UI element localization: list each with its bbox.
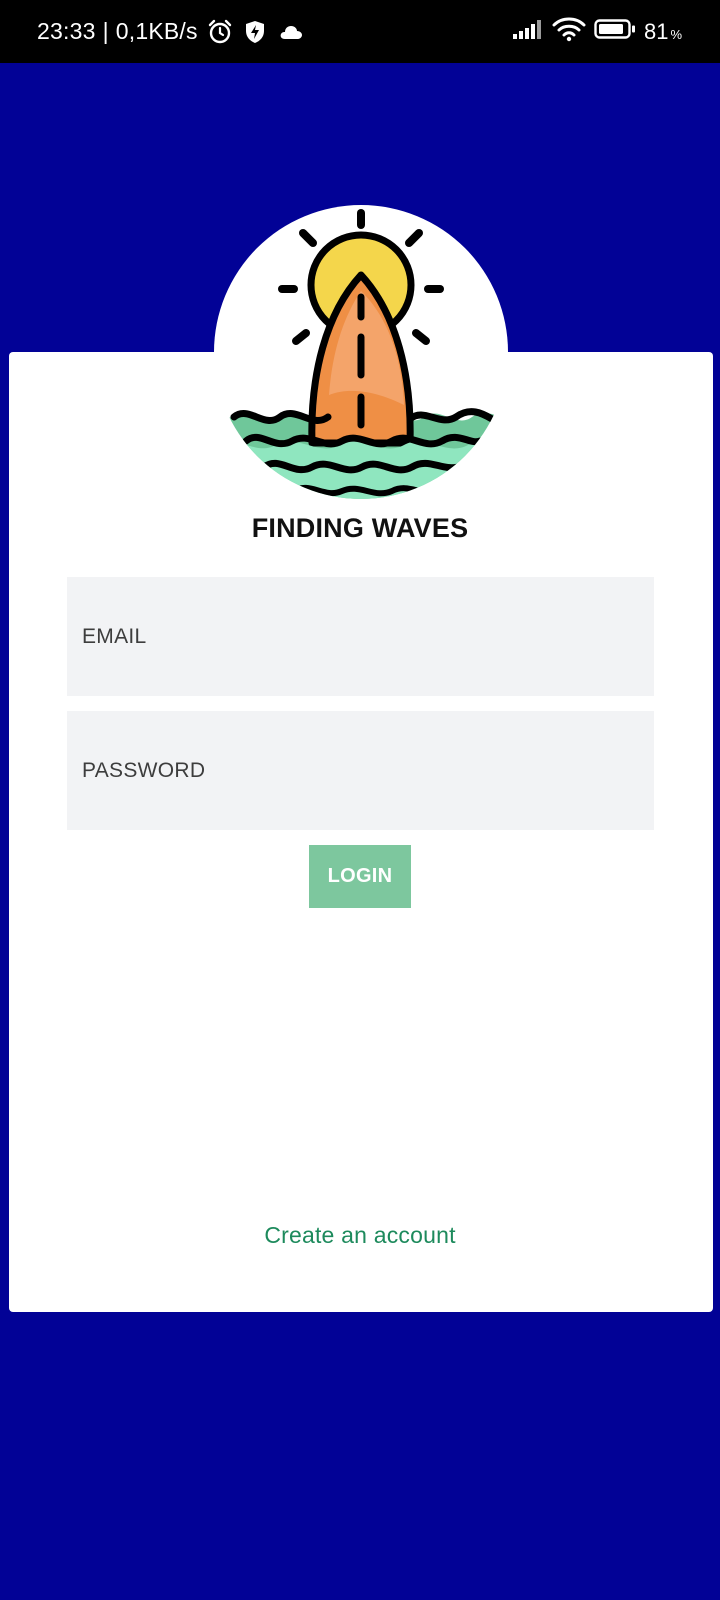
login-button[interactable]: LOGIN bbox=[309, 845, 411, 908]
wifi-icon bbox=[552, 16, 586, 48]
email-field[interactable] bbox=[67, 577, 654, 696]
status-bar-right: 81 % bbox=[512, 0, 682, 63]
alarm-icon bbox=[207, 19, 233, 45]
status-bar: 23:33 | 0,1KB/s 81 % bbox=[0, 0, 720, 63]
status-separator: | bbox=[102, 18, 109, 44]
status-bar-left: 23:33 | 0,1KB/s bbox=[37, 0, 303, 63]
brand-title: FINDING WAVES bbox=[251, 513, 469, 543]
network-speed: 0,1KB/s bbox=[115, 18, 198, 44]
battery-level: 81 bbox=[643, 18, 669, 44]
create-account-link[interactable]: Create an account bbox=[0, 1222, 720, 1249]
battery-icon bbox=[594, 18, 636, 46]
battery-unit: % bbox=[670, 27, 682, 42]
cloud-icon bbox=[279, 24, 303, 40]
status-time: 23:33 bbox=[37, 18, 96, 44]
sun-surfboard-waves-icon bbox=[214, 209, 508, 499]
login-button-label: LOGIN bbox=[327, 865, 393, 887]
shield-bolt-icon bbox=[245, 20, 265, 44]
password-field[interactable] bbox=[67, 711, 654, 830]
signal-icon bbox=[512, 18, 544, 46]
logo bbox=[214, 205, 508, 499]
